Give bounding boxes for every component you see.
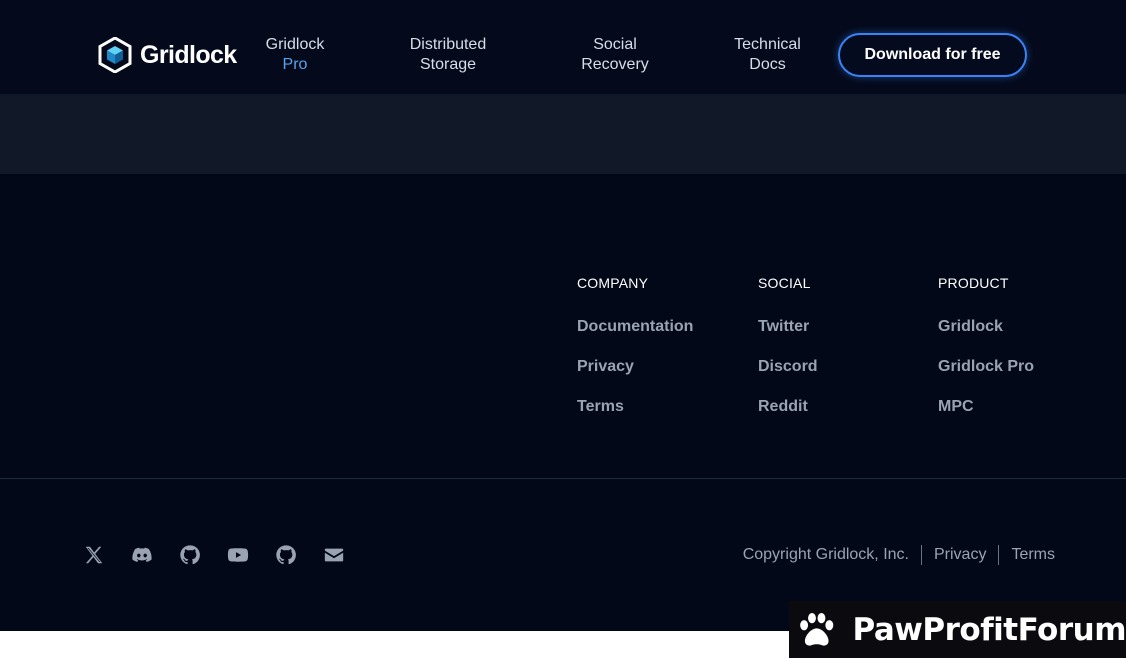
footer-link-privacy[interactable]: Privacy xyxy=(577,357,693,397)
column-heading: SOCIAL xyxy=(758,275,811,291)
nav-distributed-storage[interactable]: Distributed Storage xyxy=(405,35,491,75)
download-button[interactable]: Download for free xyxy=(838,33,1027,77)
footer-column-social: SOCIAL Twitter Discord Reddit xyxy=(758,275,818,437)
footer-link-documentation[interactable]: Documentation xyxy=(577,317,693,357)
legal-link-terms[interactable]: Terms xyxy=(1011,546,1055,564)
logo-text: Gridlock xyxy=(140,40,237,69)
legal-bar: Copyright Gridlock, Inc. Privacy Terms xyxy=(743,545,1055,565)
footer-link-gridlock[interactable]: Gridlock xyxy=(938,317,1034,357)
nav-label: Social xyxy=(593,36,637,53)
github-icon[interactable] xyxy=(178,543,202,567)
nav-label: Docs xyxy=(749,56,786,73)
footer-link-terms[interactable]: Terms xyxy=(577,397,693,437)
nav-social-recovery[interactable]: Social Recovery xyxy=(578,35,652,75)
gridlock-logo-icon xyxy=(98,37,132,73)
nav-label: Recovery xyxy=(581,56,649,73)
legal-separator xyxy=(998,545,1000,565)
youtube-icon[interactable] xyxy=(226,543,250,567)
nav-technical-docs[interactable]: Technical Docs xyxy=(730,35,805,75)
x-icon[interactable] xyxy=(82,543,106,567)
nav-label: Distributed xyxy=(409,36,487,53)
legal-link-privacy[interactable]: Privacy xyxy=(934,546,986,564)
nav-label-pro: Pro xyxy=(282,56,308,73)
nav-label: Technical xyxy=(734,36,801,53)
footer-column-company: COMPANY Documentation Privacy Terms xyxy=(577,275,693,437)
content-band xyxy=(0,95,1126,174)
nav-label: Gridlock xyxy=(265,36,325,53)
footer-link-reddit[interactable]: Reddit xyxy=(758,397,818,437)
discord-icon[interactable] xyxy=(130,543,154,567)
footer-link-gridlock-pro[interactable]: Gridlock Pro xyxy=(938,357,1034,397)
column-heading: PRODUCT xyxy=(938,275,1009,291)
footer-link-discord[interactable]: Discord xyxy=(758,357,818,397)
footer-link-mpc[interactable]: MPC xyxy=(938,397,1034,437)
footer-column-product: PRODUCT Gridlock Gridlock Pro MPC xyxy=(938,275,1034,437)
copyright-text: Copyright Gridlock, Inc. xyxy=(742,546,909,563)
footer-link-twitter[interactable]: Twitter xyxy=(758,317,818,357)
nav-gridlock-pro[interactable]: Gridlock Pro xyxy=(263,35,327,75)
paw-icon xyxy=(800,612,834,646)
footer-divider xyxy=(0,478,1126,479)
legal-separator xyxy=(920,545,922,565)
logo[interactable]: Gridlock xyxy=(98,37,237,73)
site-header: Gridlock Gridlock Pro Distributed Storag… xyxy=(0,0,1126,95)
github-icon[interactable] xyxy=(274,543,298,567)
watermark: PawProfitForum xyxy=(789,601,1126,658)
nav-label: Storage xyxy=(419,56,477,73)
column-heading: COMPANY xyxy=(577,275,649,291)
social-icons xyxy=(82,543,346,567)
mail-icon[interactable] xyxy=(322,543,346,567)
watermark-text: PawProfitForum xyxy=(852,611,1126,648)
